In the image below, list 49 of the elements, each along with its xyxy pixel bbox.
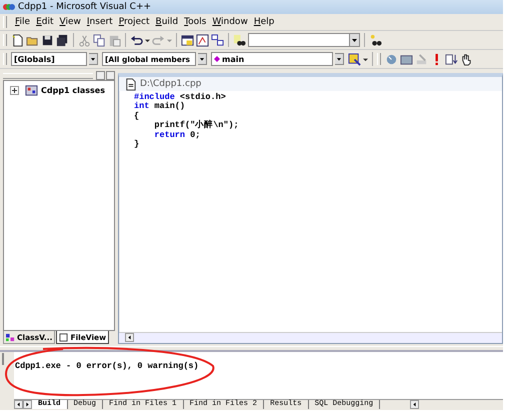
hand-icon[interactable] — [460, 52, 473, 66]
wizard-bar-actions-icon[interactable] — [348, 52, 361, 66]
dropdown-button[interactable] — [89, 53, 98, 65]
code-line: printf("小醉\n"); — [153, 121, 240, 131]
dropdown-button[interactable] — [335, 53, 344, 65]
code-line: #include <stdio.h> — [134, 93, 227, 102]
scope-combo[interactable]: [Globals] — [11, 52, 87, 66]
windows-list-icon[interactable] — [211, 34, 224, 46]
scroll-right-button[interactable] — [23, 400, 32, 409]
menu-item[interactable]: Edit — [36, 17, 54, 27]
menu-item[interactable]: Tools — [184, 17, 206, 27]
find-in-files-icon[interactable] — [233, 34, 246, 46]
output-window-icon[interactable] — [196, 34, 209, 46]
menu-item[interactable]: File — [15, 17, 30, 27]
app-icon — [3, 3, 15, 11]
save-all-icon[interactable] — [56, 34, 69, 46]
code-line: { — [134, 112, 140, 122]
function-combo[interactable]: main — [222, 54, 244, 64]
code-line: int main() — [134, 102, 186, 112]
menu-item[interactable]: Window — [212, 17, 248, 27]
scroll-left-button[interactable] — [410, 400, 420, 409]
save-icon[interactable] — [41, 34, 54, 46]
code-line: return 0; — [153, 130, 202, 140]
menu-item[interactable]: View — [60, 17, 81, 27]
build-icon[interactable] — [400, 52, 413, 66]
tree-item[interactable]: Cdpp1 classes — [41, 86, 105, 95]
undo-icon[interactable] — [130, 34, 143, 46]
file-icon — [59, 332, 68, 342]
function-icon — [214, 56, 220, 62]
menu-item[interactable]: Build — [156, 17, 178, 27]
code-line: } — [134, 140, 140, 150]
expand-toggle[interactable] — [10, 86, 19, 95]
binoculars-icon[interactable] — [369, 34, 382, 46]
editor-title: D:\Cdpp1.cpp — [140, 79, 202, 89]
menu-item[interactable]: Insert — [86, 17, 113, 27]
scroll-left-button[interactable] — [125, 333, 134, 342]
document-icon — [124, 78, 137, 90]
menu-item[interactable]: Project — [118, 17, 150, 27]
classes-icon — [25, 84, 38, 97]
new-file-icon[interactable] — [11, 34, 24, 46]
menu-item[interactable]: Help — [254, 17, 274, 27]
scroll-left-button[interactable] — [14, 400, 23, 409]
step-into-icon[interactable] — [445, 52, 458, 66]
copy-icon[interactable] — [93, 34, 106, 46]
classes-icon — [6, 332, 15, 342]
output-message: Cdpp1.exe - 0 error(s), 0 warning(s) — [14, 352, 503, 399]
workspace-icon[interactable] — [181, 34, 194, 46]
dropdown-button[interactable] — [198, 53, 207, 65]
window-title: Cdpp1 - Microsoft Visual C++ — [18, 2, 152, 12]
